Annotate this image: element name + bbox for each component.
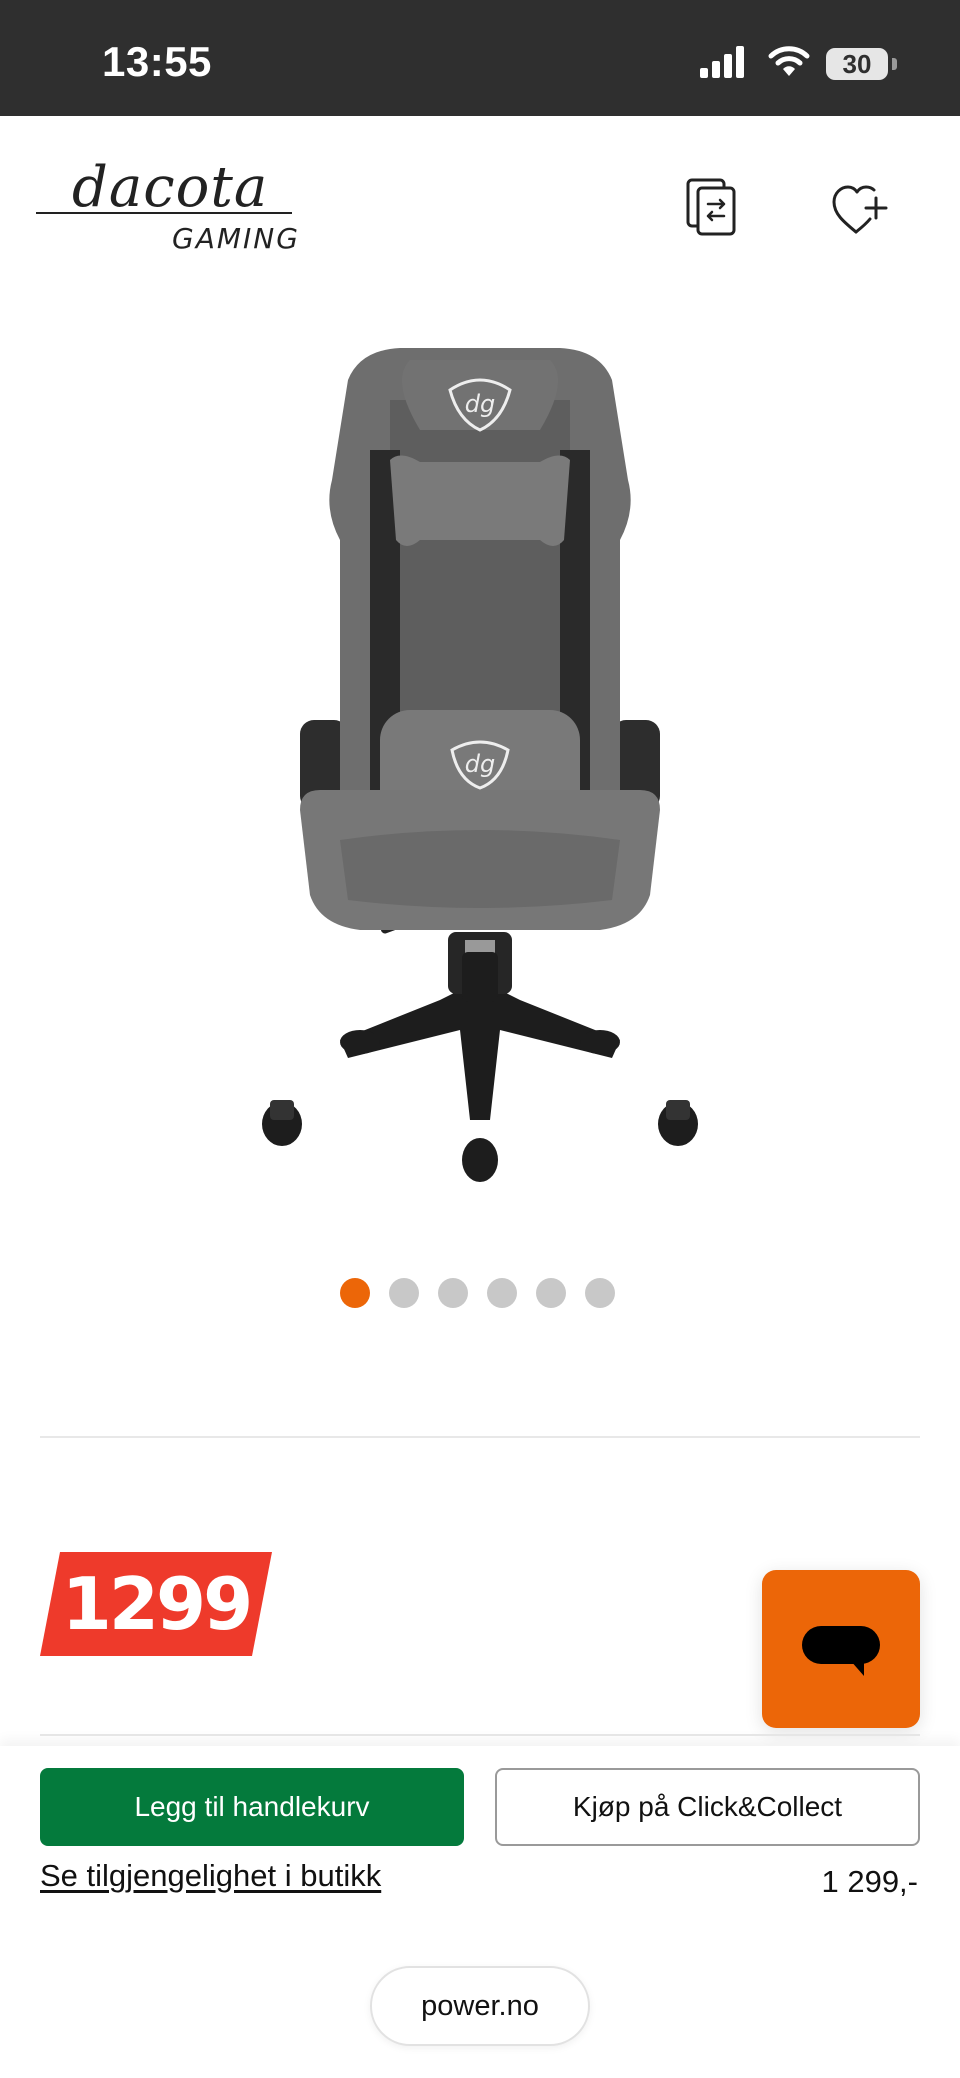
carousel-dot[interactable]: [487, 1278, 517, 1308]
carousel-dot[interactable]: [340, 1278, 370, 1308]
compare-icon[interactable]: [684, 176, 744, 244]
wishlist-heart-plus-icon[interactable]: [830, 182, 890, 238]
add-to-cart-button[interactable]: Legg til handlekurv: [40, 1768, 464, 1846]
battery-icon: 30: [826, 48, 888, 80]
divider: [40, 1436, 920, 1438]
brand-underline: [36, 212, 292, 214]
chat-bubble-icon: [802, 1626, 880, 1676]
carousel-dot[interactable]: [536, 1278, 566, 1308]
brand-logo[interactable]: dacota GAMING: [36, 160, 306, 260]
carousel-dot[interactable]: [389, 1278, 419, 1308]
brand-script: dacota: [72, 155, 269, 220]
svg-text:dg: dg: [465, 750, 495, 778]
carousel-dot[interactable]: [585, 1278, 615, 1308]
store-availability-link[interactable]: Se tilgjengelighet i butikk: [40, 1858, 381, 1894]
signal-icon: [700, 46, 744, 78]
status-time: 13:55: [102, 38, 212, 85]
product-price: 1 299,-: [821, 1864, 918, 1899]
svg-text:dg: dg: [465, 390, 495, 418]
gaming-chair-image: dg dg: [262, 348, 698, 1182]
divider: [40, 1734, 920, 1736]
battery-tip: [892, 58, 897, 70]
chat-button[interactable]: [762, 1570, 920, 1728]
click-and-collect-button[interactable]: Kjøp på Click&Collect: [495, 1768, 920, 1846]
wifi-icon: [768, 46, 810, 76]
price-badge-text: 1299: [61, 1562, 253, 1646]
price-badge: 1299: [40, 1552, 272, 1656]
brand-sub: GAMING: [172, 222, 300, 255]
carousel-dot[interactable]: [438, 1278, 468, 1308]
browser-url-bar[interactable]: power.no: [370, 1966, 590, 2046]
